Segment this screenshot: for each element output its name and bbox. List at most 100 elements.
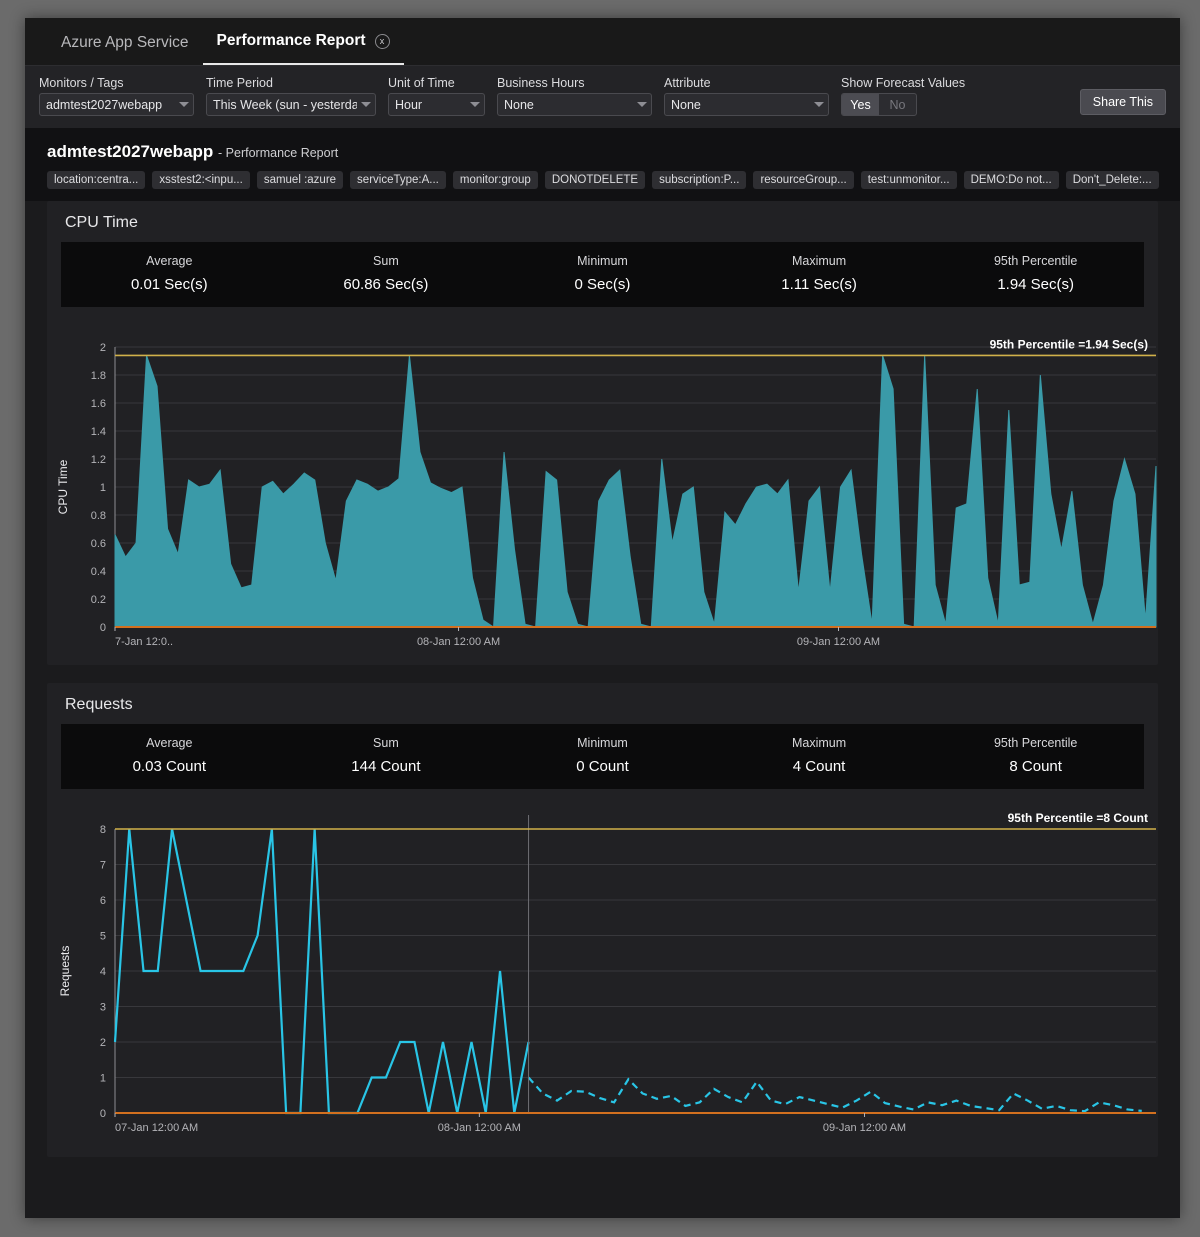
stat-key: 95th Percentile <box>927 254 1144 268</box>
attribute-value: None <box>671 98 810 112</box>
field-monitors: Monitors / Tags admtest2027webapp <box>39 76 194 116</box>
requests-plot-wrap: 012345678Requests95th Percentile =8 Coun… <box>47 789 1158 1157</box>
chevron-down-icon <box>470 102 480 107</box>
tag-list: location:centra... xsstest2:<inpu... sam… <box>47 171 1158 189</box>
svg-text:7-Jan 12:0..: 7-Jan 12:0.. <box>115 636 173 648</box>
svg-text:8: 8 <box>100 824 106 836</box>
stat-value: 0 Sec(s) <box>494 276 711 293</box>
stat-value: 4 Count <box>711 758 928 775</box>
tab-performance-report[interactable]: Performance Report x <box>203 32 404 65</box>
business-hours-select[interactable]: None <box>497 93 652 116</box>
tag-item[interactable]: test:unmonitor... <box>861 171 957 189</box>
chevron-down-icon <box>637 102 647 107</box>
stat-key: Maximum <box>711 736 928 750</box>
stat-key: Maximum <box>711 254 928 268</box>
stat-key: Minimum <box>494 254 711 268</box>
stat-minimum: Minimum 0 Count <box>494 736 711 775</box>
chevron-down-icon <box>814 102 824 107</box>
tag-item[interactable]: serviceType:A... <box>350 171 446 189</box>
card-cpu-time: CPU Time Average 0.01 Sec(s) Sum 60.86 S… <box>47 201 1158 665</box>
svg-text:0.2: 0.2 <box>91 594 106 606</box>
tab-bar: Azure App Service Performance Report x <box>25 18 1180 66</box>
stat-key: Sum <box>278 254 495 268</box>
time-period-value: This Week (sun - yesterday) <box>213 98 357 112</box>
tag-item[interactable]: Don't_Delete:... <box>1066 171 1159 189</box>
field-show-forecast: Show Forecast Values Yes No <box>841 76 965 116</box>
stat-maximum: Maximum 4 Count <box>711 736 928 775</box>
stat-95th-percentile: 95th Percentile 1.94 Sec(s) <box>927 254 1144 293</box>
stat-value: 8 Count <box>927 758 1144 775</box>
svg-text:0: 0 <box>100 1108 106 1120</box>
svg-text:0.6: 0.6 <box>91 538 106 550</box>
svg-text:1.6: 1.6 <box>91 398 106 410</box>
field-time-period: Time Period This Week (sun - yesterday) <box>206 76 376 116</box>
page-title: admtest2027webapp - Performance Report <box>47 142 1158 162</box>
svg-text:2: 2 <box>100 1037 106 1049</box>
svg-text:Requests: Requests <box>58 946 72 997</box>
unit-of-time-select[interactable]: Hour <box>388 93 485 116</box>
time-period-label: Time Period <box>206 76 376 90</box>
stat-value: 1.94 Sec(s) <box>927 276 1144 293</box>
stat-value: 0.03 Count <box>61 758 278 775</box>
svg-text:5: 5 <box>100 931 106 943</box>
tag-item[interactable]: DEMO:Do not... <box>964 171 1059 189</box>
show-forecast-toggle[interactable]: Yes No <box>841 93 917 116</box>
svg-text:08-Jan 12:00 AM: 08-Jan 12:00 AM <box>417 636 500 648</box>
svg-text:0: 0 <box>100 622 106 634</box>
cpu-time-title: CPU Time <box>47 201 1158 242</box>
business-hours-label: Business Hours <box>497 76 652 90</box>
field-unit-of-time: Unit of Time Hour <box>388 76 485 116</box>
cpu-time-chart[interactable]: 00.20.40.60.811.21.41.61.82CPU Time95th … <box>47 325 1158 655</box>
stat-value: 0.01 Sec(s) <box>61 276 278 293</box>
forecast-no-option[interactable]: No <box>879 94 916 115</box>
card-requests: Requests Average 0.03 Count Sum 144 Coun… <box>47 683 1158 1157</box>
svg-text:7: 7 <box>100 860 106 872</box>
tag-item[interactable]: location:centra... <box>47 171 145 189</box>
svg-text:2: 2 <box>100 342 106 354</box>
stat-value: 1.11 Sec(s) <box>711 276 928 293</box>
tag-item[interactable]: samuel :azure <box>257 171 343 189</box>
stat-key: Minimum <box>494 736 711 750</box>
svg-text:4: 4 <box>100 966 106 978</box>
svg-text:3: 3 <box>100 1002 106 1014</box>
stat-average: Average 0.01 Sec(s) <box>61 254 278 293</box>
svg-text:1.4: 1.4 <box>91 426 106 438</box>
stat-key: Average <box>61 736 278 750</box>
business-hours-value: None <box>504 98 633 112</box>
monitors-select[interactable]: admtest2027webapp <box>39 93 194 116</box>
forecast-yes-option[interactable]: Yes <box>842 94 879 115</box>
monitors-value: admtest2027webapp <box>46 98 175 112</box>
stat-sum: Sum 60.86 Sec(s) <box>278 254 495 293</box>
show-forecast-label: Show Forecast Values <box>841 76 965 90</box>
tab-label: Azure App Service <box>61 34 189 51</box>
stat-key: 95th Percentile <box>927 736 1144 750</box>
stat-maximum: Maximum 1.11 Sec(s) <box>711 254 928 293</box>
svg-text:1.8: 1.8 <box>91 370 106 382</box>
time-period-select[interactable]: This Week (sun - yesterday) <box>206 93 376 116</box>
share-this-button[interactable]: Share This <box>1080 89 1166 115</box>
svg-text:0.4: 0.4 <box>91 566 106 578</box>
stat-sum: Sum 144 Count <box>278 736 495 775</box>
svg-text:95th Percentile =1.94 Sec(s): 95th Percentile =1.94 Sec(s) <box>990 337 1148 351</box>
report-header: admtest2027webapp - Performance Report l… <box>25 128 1180 201</box>
report-name: admtest2027webapp <box>47 142 213 161</box>
svg-text:1: 1 <box>100 482 106 494</box>
requests-stats: Average 0.03 Count Sum 144 Count Minimum… <box>61 724 1144 789</box>
attribute-select[interactable]: None <box>664 93 829 116</box>
svg-text:07-Jan 12:00 AM: 07-Jan 12:00 AM <box>115 1122 198 1134</box>
tag-item[interactable]: resourceGroup... <box>753 171 853 189</box>
tag-item[interactable]: monitor:group <box>453 171 538 189</box>
cpu-time-stats: Average 0.01 Sec(s) Sum 60.86 Sec(s) Min… <box>61 242 1144 307</box>
svg-text:1: 1 <box>100 1073 106 1085</box>
report-subtitle: - Performance Report <box>218 146 338 160</box>
tab-azure-app-service[interactable]: Azure App Service <box>47 34 203 65</box>
close-icon[interactable]: x <box>375 34 390 49</box>
stat-95th-percentile: 95th Percentile 8 Count <box>927 736 1144 775</box>
stat-minimum: Minimum 0 Sec(s) <box>494 254 711 293</box>
tag-item[interactable]: xsstest2:<inpu... <box>152 171 249 189</box>
tag-item[interactable]: DONOTDELETE <box>545 171 645 189</box>
tag-item[interactable]: subscription:P... <box>652 171 746 189</box>
svg-text:08-Jan 12:00 AM: 08-Jan 12:00 AM <box>438 1122 521 1134</box>
requests-chart[interactable]: 012345678Requests95th Percentile =8 Coun… <box>47 807 1158 1147</box>
filter-bar: Monitors / Tags admtest2027webapp Time P… <box>25 66 1180 128</box>
